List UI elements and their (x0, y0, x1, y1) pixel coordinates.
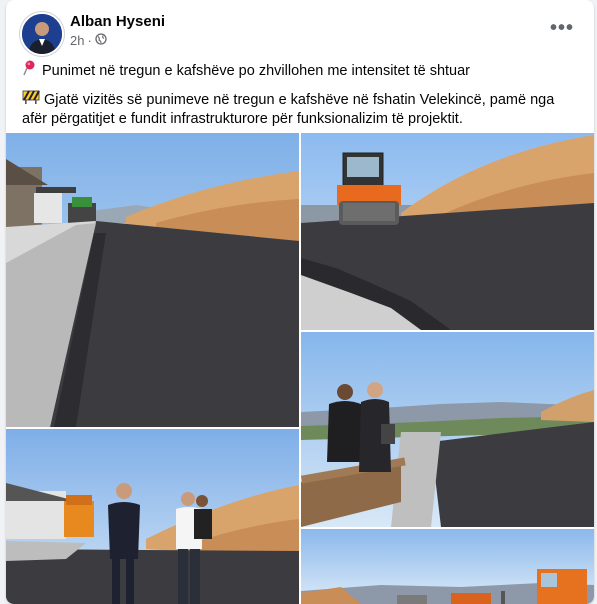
globe-icon (95, 33, 107, 48)
post-meta: 2h · (70, 33, 107, 48)
photo-trucks[interactable] (301, 529, 594, 604)
photo-road-paver[interactable] (6, 133, 299, 427)
photo-inspection-group[interactable] (301, 332, 594, 527)
post-line-1: Punimet në tregun e kafshëve po zhvilloh… (22, 60, 580, 82)
post-card: Alban Hyseni 2h · ••• Punimet në tregun … (6, 0, 594, 604)
more-options-button[interactable]: ••• (548, 17, 576, 39)
author-name[interactable]: Alban Hyseni (70, 13, 165, 30)
post-line-2: Gjatë vizitës së punimeve në tregun e ka… (22, 90, 580, 129)
meta-dot: · (87, 33, 92, 48)
photo-road-roller[interactable] (301, 133, 594, 330)
author-avatar[interactable] (20, 12, 64, 56)
round-pushpin-icon (22, 60, 36, 82)
post-time[interactable]: 2h (70, 33, 84, 48)
post-header: Alban Hyseni 2h · ••• (20, 10, 582, 56)
post-line-1-text: Punimet në tregun e kafshëve po zhvilloh… (42, 62, 471, 79)
post-text: Punimet në tregun e kafshëve po zhvilloh… (22, 60, 580, 137)
construction-sign-icon (22, 90, 40, 110)
post-line-2-text: Gjatë vizitës së punimeve në tregun e ka… (22, 91, 555, 127)
photo-officials-walking[interactable] (6, 429, 299, 604)
photo-grid (6, 133, 594, 604)
